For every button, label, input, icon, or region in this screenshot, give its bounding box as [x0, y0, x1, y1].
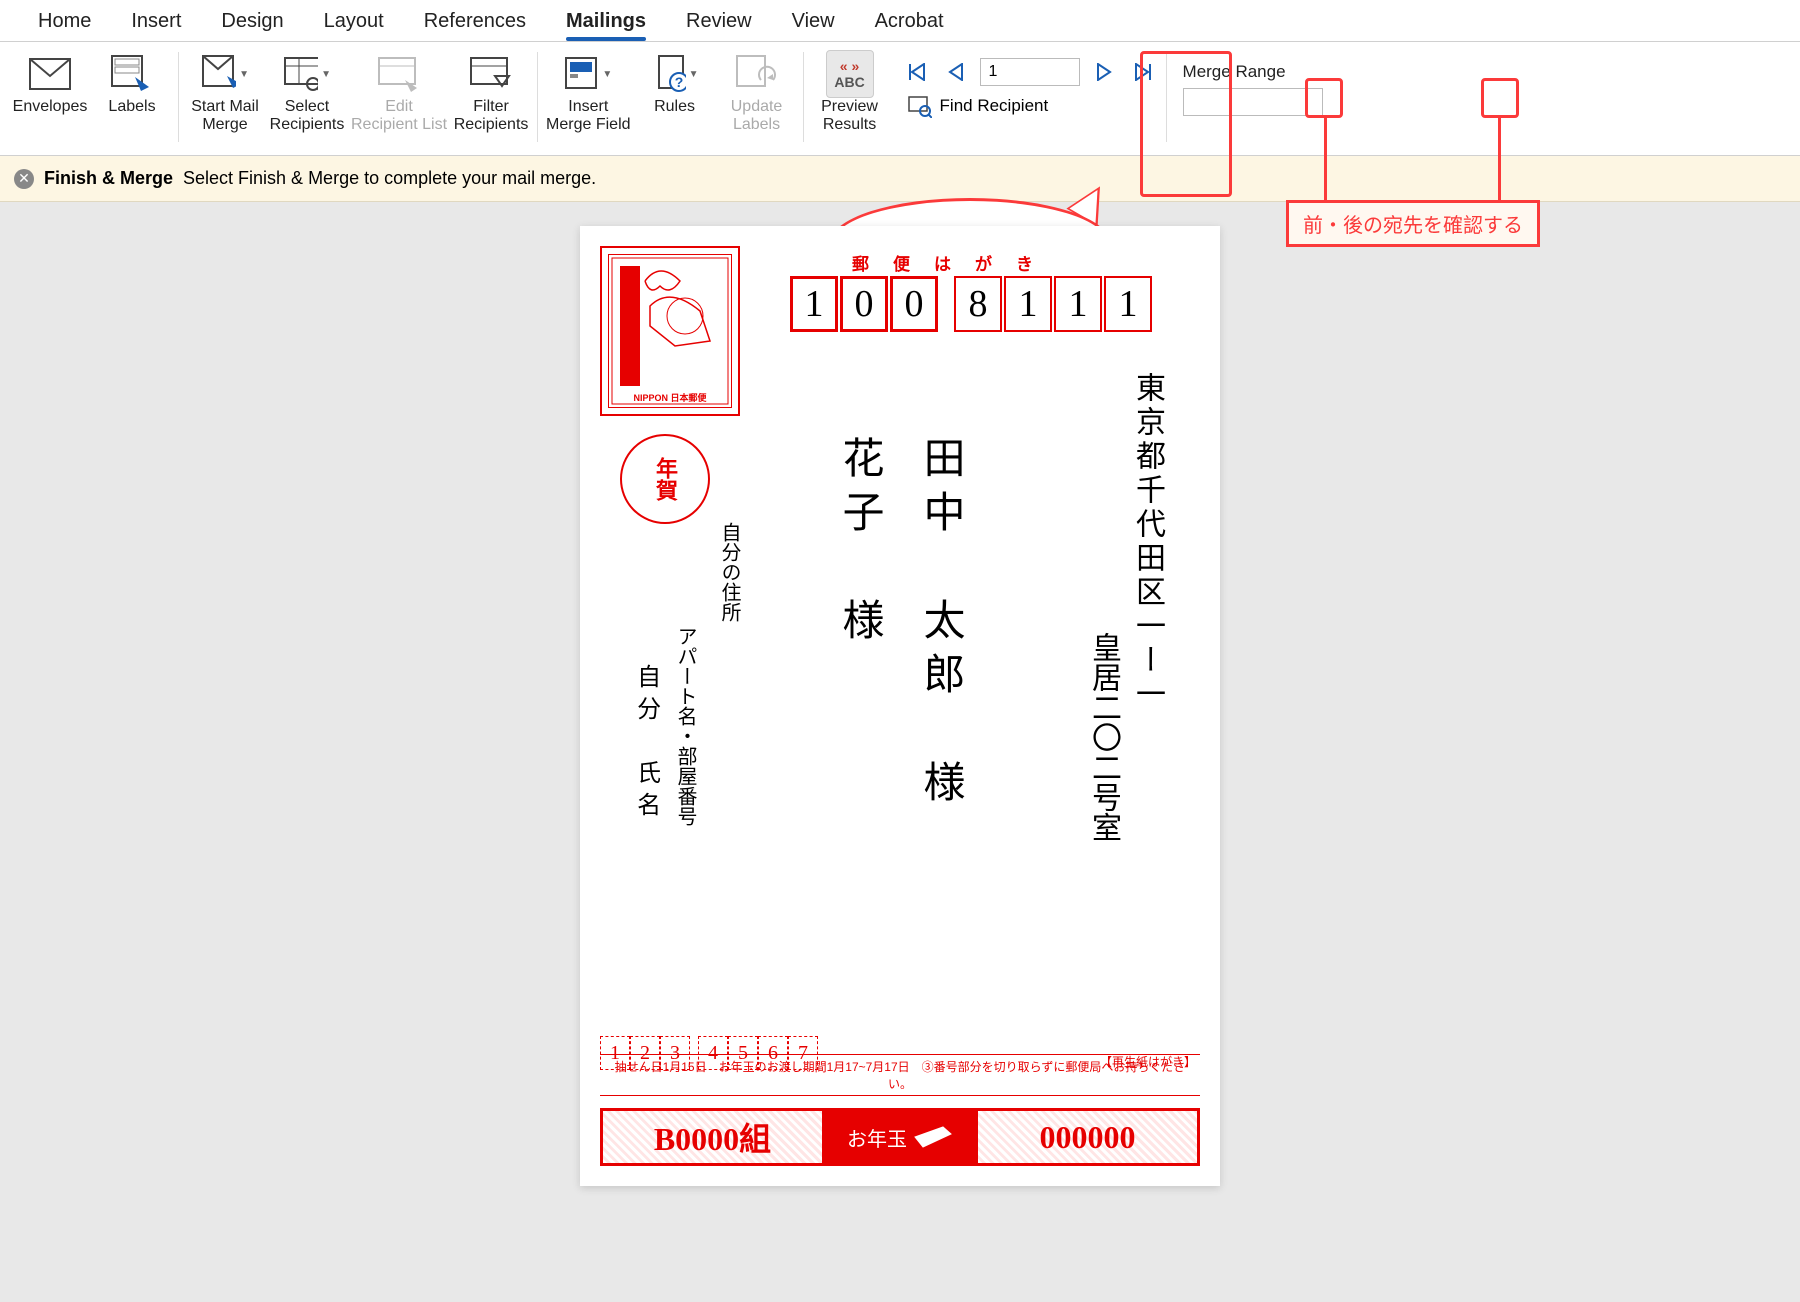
lottery-group: B0000組: [600, 1108, 825, 1166]
recipient-name-2: 花子 様: [830, 436, 891, 814]
lottery-center: お年玉: [825, 1108, 975, 1166]
labels-label: Labels: [108, 98, 155, 116]
lottery-strip: B0000組 お年玉 000000: [600, 1108, 1200, 1166]
find-recipient-label: Find Recipient: [940, 96, 1049, 116]
envelopes-button[interactable]: Envelopes: [10, 48, 90, 118]
envelope-icon: [26, 50, 74, 98]
rules-button[interactable]: ? ▼ Rules: [635, 48, 715, 118]
stamp-frame: NIPPON 日本郵便: [600, 246, 740, 416]
edit-recipient-list-button[interactable]: Edit Recipient List: [349, 48, 449, 137]
find-recipient-icon: [906, 92, 934, 120]
annotation-line: [1324, 118, 1327, 200]
tab-acrobat[interactable]: Acrobat: [855, 0, 964, 41]
edit-list-icon: [375, 50, 423, 98]
first-record-button[interactable]: [900, 58, 932, 86]
tab-layout[interactable]: Layout: [304, 0, 404, 41]
recipient-name-1: 田中 太郎 様: [911, 436, 972, 814]
zip-digit: 0: [890, 276, 938, 332]
divider: [803, 52, 804, 142]
info-bar-message: Select Finish & Merge to complete your m…: [183, 168, 596, 189]
sender-name: 自分 氏名: [622, 664, 668, 824]
tab-home[interactable]: Home: [18, 0, 111, 41]
chevron-down-icon: ▼: [321, 69, 331, 80]
stamp-area: NIPPON 日本郵便 年賀: [600, 246, 760, 516]
chevron-down-icon: ▼: [602, 69, 612, 80]
start-mail-merge-button[interactable]: ▼ Start Mail Merge: [185, 48, 265, 137]
rules-icon: ? ▼: [651, 50, 699, 98]
close-icon[interactable]: ✕: [14, 169, 34, 189]
preview-results-button[interactable]: « » ABC Preview Results: [810, 48, 890, 137]
svg-text:NIPPON 日本郵便: NIPPON 日本郵便: [633, 392, 707, 403]
chevron-down-icon: ▼: [689, 69, 699, 80]
edit-recipient-list-label: Edit Recipient List: [351, 98, 447, 135]
recipients-icon: ▼: [283, 50, 331, 98]
annotation-preview-box: [1140, 51, 1232, 197]
preview-icon: « » ABC: [826, 50, 874, 98]
filter-recipients-button[interactable]: Filter Recipients: [451, 48, 531, 137]
zip-digit: 1: [790, 276, 838, 332]
envelopes-label: Envelopes: [13, 98, 88, 116]
stamp-icon: NIPPON 日本郵便: [608, 254, 732, 408]
zip-digit: 0: [840, 276, 888, 332]
svg-text:?: ?: [674, 74, 683, 90]
recipient-zip: 1 0 0 8 1 1 1: [790, 276, 1152, 332]
annotation-prev-box: [1305, 78, 1343, 118]
otoshidama-icon: [913, 1122, 953, 1152]
tab-insert[interactable]: Insert: [111, 0, 201, 41]
tab-mailings[interactable]: Mailings: [546, 0, 666, 41]
insert-merge-field-label: Insert Merge Field: [546, 98, 630, 135]
filter-recipients-label: Filter Recipients: [454, 98, 529, 135]
update-labels-label: Update Labels: [731, 98, 783, 135]
select-recipients-label: Select Recipients: [270, 98, 345, 135]
document-canvas: 郵便はがき 1 0 0 8 1 1 1 NIPPON 日本郵便: [0, 202, 1800, 1186]
recipient-address-2: 皇居二〇二号室: [1075, 632, 1132, 842]
zip-digit: 1: [1104, 276, 1152, 332]
nenga-seal-icon: 年賀: [620, 434, 710, 524]
record-number-input[interactable]: [980, 58, 1080, 86]
menu-tabs: Home Insert Design Layout References Mai…: [0, 0, 1800, 42]
zip-digit: 8: [954, 276, 1002, 332]
rules-label: Rules: [654, 98, 695, 116]
filter-icon: [467, 50, 515, 98]
merge-field-icon: ▼: [564, 50, 612, 98]
next-record-button[interactable]: [1088, 58, 1120, 86]
update-labels-button[interactable]: Update Labels: [717, 48, 797, 137]
divider: [537, 52, 538, 142]
labels-icon: [108, 50, 156, 98]
select-recipients-button[interactable]: ▼ Select Recipients: [267, 48, 347, 137]
postcard: 郵便はがき 1 0 0 8 1 1 1 NIPPON 日本郵便: [580, 226, 1220, 1186]
sender-address: 自分の住所: [710, 522, 748, 622]
insert-merge-field-button[interactable]: ▼ Insert Merge Field: [544, 48, 632, 137]
chevron-down-icon: ▼: [239, 69, 249, 80]
hagaki-label: 郵便はがき: [852, 250, 1057, 275]
lottery-number: 000000: [975, 1108, 1200, 1166]
info-bar: ✕ Finish & Merge Select Finish & Merge t…: [0, 156, 1800, 202]
sender-apartment: アパート名・部屋番号: [666, 626, 704, 826]
tab-view[interactable]: View: [772, 0, 855, 41]
tab-review[interactable]: Review: [666, 0, 772, 41]
previous-record-button[interactable]: [940, 58, 972, 86]
mail-merge-icon: ▼: [201, 50, 249, 98]
update-labels-icon: [733, 50, 781, 98]
tab-design[interactable]: Design: [201, 0, 303, 41]
labels-button[interactable]: Labels: [92, 48, 172, 118]
recipient-names: 花子 様 田中 太郎 様: [830, 436, 972, 814]
zip-digit: 1: [1054, 276, 1102, 332]
find-recipient-button[interactable]: Find Recipient: [900, 92, 1160, 120]
lottery-info: 抽せん日1月15日 お年玉のお渡し期間1月17~7月17日 ③番号部分を切り取ら…: [600, 1054, 1200, 1096]
tab-references[interactable]: References: [404, 0, 546, 41]
start-mail-merge-label: Start Mail Merge: [191, 98, 259, 135]
preview-results-label: Preview Results: [821, 98, 878, 135]
info-bar-title: Finish & Merge: [44, 168, 173, 189]
annotation-next-box: [1481, 78, 1519, 118]
zip-digit: 1: [1004, 276, 1052, 332]
ribbon-toolbar: Envelopes Labels ▼ Start Mail Merge ▼ Se…: [0, 42, 1800, 156]
divider: [178, 52, 179, 142]
annotation-line: [1498, 118, 1501, 200]
